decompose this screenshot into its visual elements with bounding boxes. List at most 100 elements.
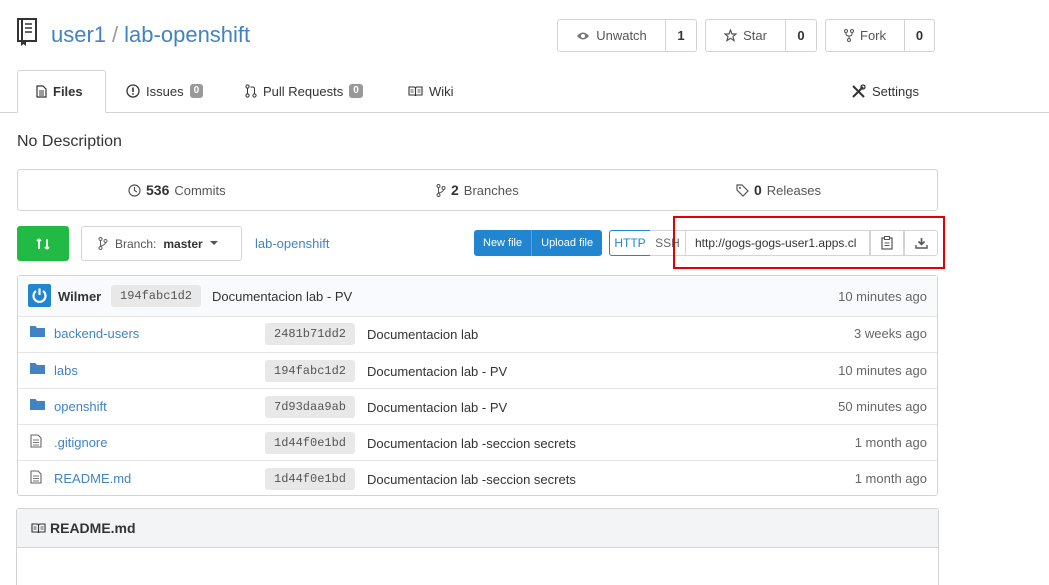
commit-time: 1 month ago [854, 471, 927, 486]
file-name-link[interactable]: .gitignore [54, 435, 107, 450]
commit-sha[interactable]: 194fabc1d2 [265, 360, 356, 382]
book-icon [408, 85, 423, 96]
latest-commit-sha[interactable]: 194fabc1d2 [111, 285, 202, 307]
table-row: labs 194fabc1d2 Documentacion lab - PV 1… [18, 352, 937, 388]
new-file-button[interactable]: New file [474, 230, 531, 256]
caret-down-icon [209, 241, 218, 245]
branch-dropdown[interactable]: Branch: master [81, 226, 242, 261]
table-row: backend-users 2481b71dd2 Documentacion l… [18, 316, 937, 352]
tab-pull-requests-label: Pull Requests [263, 83, 344, 99]
file-name-link[interactable]: openshift [54, 399, 107, 414]
branch-name: master [163, 236, 203, 251]
repo-title: user1/lab-openshift [51, 22, 250, 48]
issues-count-badge: 0 [189, 84, 204, 98]
clone-http-button[interactable]: HTTP [609, 230, 651, 256]
latest-commit-header: Wilmer 194fabc1d2 Documentacion lab - PV… [18, 276, 937, 317]
file-name-link[interactable]: backend-users [54, 326, 139, 341]
repo-name-link[interactable]: lab-openshift [124, 22, 250, 47]
commits-label: Commits [174, 182, 226, 198]
commit-author[interactable]: Wilmer [58, 289, 101, 304]
repo-stats-bar: 536 Commits 2 Branches 0 Releases [17, 169, 938, 211]
fork-button[interactable]: Fork [826, 20, 905, 51]
fork-label: Fork [860, 28, 886, 43]
releases-stat[interactable]: 0 Releases [736, 170, 821, 210]
branches-count: 2 [451, 182, 459, 198]
commit-sha[interactable]: 2481b71dd2 [265, 323, 356, 345]
highlight-box [673, 216, 945, 269]
star-icon [724, 29, 738, 42]
branches-label: Branches [463, 182, 519, 198]
folder-icon [30, 399, 45, 410]
avatar[interactable] [28, 284, 51, 307]
tab-issues[interactable]: Issues 0 [126, 70, 204, 112]
eye-icon [577, 32, 590, 39]
star-button[interactable]: Star [706, 20, 786, 51]
commits-count: 536 [146, 182, 170, 198]
compare-icon [36, 237, 50, 250]
readme-title: README.md [50, 520, 136, 536]
readme-header: README.md [17, 509, 938, 548]
file-name-link[interactable]: labs [54, 363, 78, 378]
breadcrumb-repo-link[interactable]: lab-openshift [255, 236, 329, 251]
fork-icon [844, 29, 854, 42]
releases-label: Releases [766, 182, 821, 198]
star-label: Star [743, 28, 767, 43]
releases-count: 0 [754, 182, 762, 198]
table-row: .gitignore 1d44f0e1bd Documentacion lab … [18, 424, 937, 460]
pull-request-icon [245, 84, 257, 98]
commits-stat[interactable]: 536 Commits [128, 170, 226, 210]
branch-icon [436, 183, 446, 197]
tag-icon [736, 183, 749, 197]
tab-wiki-label: Wiki [429, 83, 454, 99]
tab-settings-label: Settings [872, 83, 919, 99]
branch-prefix: Branch: [115, 236, 157, 251]
commit-message: Documentacion lab -seccion secrets [367, 436, 576, 451]
file-table: Wilmer 194fabc1d2 Documentacion lab - PV… [17, 275, 938, 496]
commit-message: Documentacion lab - PV [367, 364, 508, 379]
fork-count[interactable]: 0 [905, 20, 934, 51]
branch-icon [98, 237, 108, 250]
watch-count[interactable]: 1 [666, 20, 696, 51]
repo-owner-link[interactable]: user1 [51, 22, 106, 47]
tab-files-label: Files [53, 84, 83, 99]
folder-icon [30, 363, 45, 374]
tools-icon [852, 83, 866, 98]
file-icon [30, 470, 42, 484]
repo-icon [17, 18, 39, 46]
commit-sha[interactable]: 1d44f0e1bd [265, 432, 356, 454]
fork-button-group: Fork 0 [825, 19, 935, 52]
history-icon [128, 183, 141, 197]
tab-settings[interactable]: Settings [851, 70, 919, 112]
commit-message: Documentacion lab - PV [367, 400, 508, 415]
star-count[interactable]: 0 [786, 20, 816, 51]
latest-commit-message: Documentacion lab - PV [212, 289, 353, 304]
latest-commit-time: 10 minutes ago [838, 289, 927, 304]
commit-time: 10 minutes ago [838, 363, 927, 378]
unwatch-button[interactable]: Unwatch [558, 20, 666, 51]
power-icon [32, 288, 47, 303]
table-row: openshift 7d93daa9ab Documentacion lab -… [18, 388, 937, 424]
star-button-group: Star 0 [705, 19, 817, 52]
commit-sha[interactable]: 7d93daa9ab [265, 396, 356, 418]
issue-icon [126, 84, 140, 98]
readme-panel: README.md [16, 508, 939, 585]
commit-message: Documentacion lab [367, 327, 479, 342]
tab-pull-requests[interactable]: Pull Requests 0 [245, 70, 363, 112]
tab-files[interactable]: Files [17, 70, 106, 113]
branches-stat[interactable]: 2 Branches [436, 170, 519, 210]
repo-separator: / [112, 22, 119, 47]
commit-time: 50 minutes ago [838, 399, 927, 414]
tabs-divider [0, 112, 1049, 113]
tab-wiki[interactable]: Wiki [408, 70, 454, 112]
file-name-link[interactable]: README.md [54, 471, 131, 486]
commit-time: 1 month ago [854, 435, 927, 450]
tab-issues-label: Issues [146, 83, 184, 99]
repo-description: No Description [17, 133, 122, 150]
upload-file-button[interactable]: Upload file [531, 230, 602, 256]
file-icon [30, 434, 42, 448]
commit-sha[interactable]: 1d44f0e1bd [265, 468, 356, 490]
file-actions-group: New file Upload file [474, 230, 603, 256]
compare-button[interactable] [17, 226, 69, 261]
book-icon [31, 522, 46, 533]
unwatch-label: Unwatch [596, 28, 647, 43]
